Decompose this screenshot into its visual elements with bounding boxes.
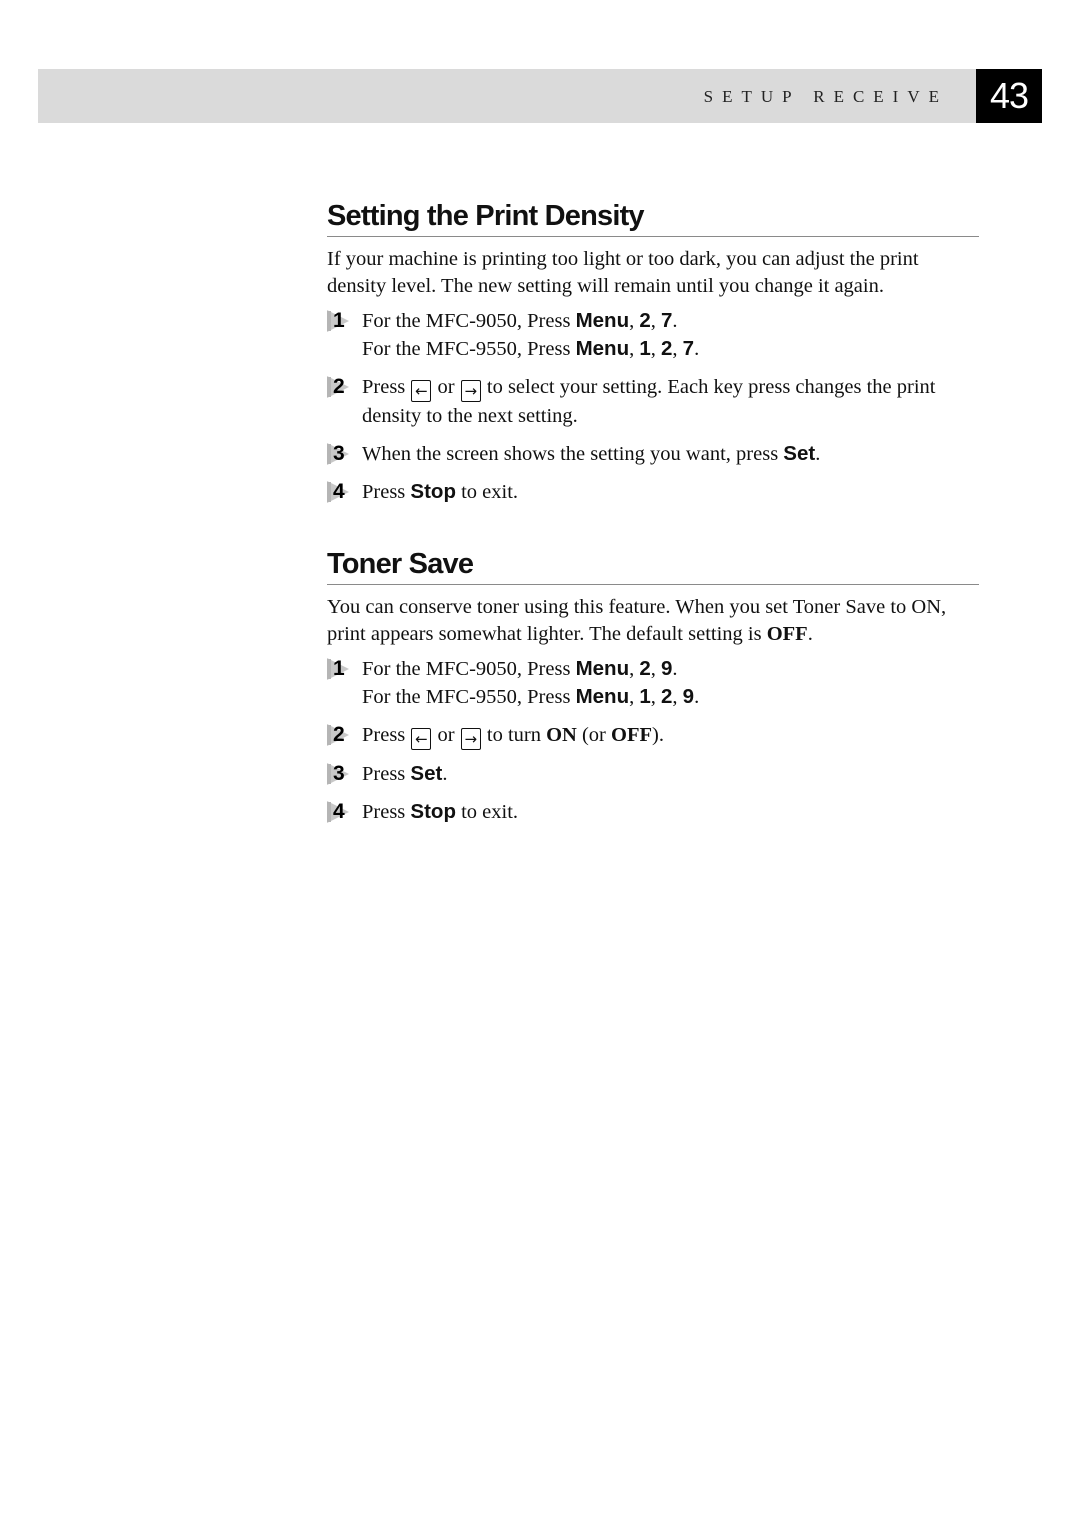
step-marker-icon: 1: [327, 309, 357, 332]
section-intro: You can conserve toner using this featur…: [327, 596, 947, 645]
right-arrow-key-icon: →: [460, 728, 481, 750]
step: 2 Press ← or → to select your setting. E…: [327, 373, 979, 430]
key-label: Set: [410, 762, 443, 785]
section-title: Toner Save: [327, 546, 979, 585]
step-line: For the MFC-9550, Press Menu, 1, 2, 9.: [362, 685, 700, 708]
step-marker-icon: 1: [327, 657, 357, 680]
step-list: 1 For the MFC-9050, Press Menu, 2, 7. Fo…: [327, 307, 979, 506]
section-title: Setting the Print Density: [327, 198, 979, 237]
step: 2 Press ← or → to turn ON (or OFF).: [327, 721, 979, 750]
key-label: Menu: [575, 657, 630, 680]
right-arrow-key-icon: →: [460, 380, 481, 402]
key-label: Menu: [575, 337, 630, 360]
step: 3 When the screen shows the setting you …: [327, 440, 979, 468]
left-arrow-key-icon: ←: [411, 380, 432, 402]
step-list: 1 For the MFC-9050, Press Menu, 2, 9. Fo…: [327, 655, 979, 826]
step-marker-icon: 2: [327, 723, 357, 746]
section-label: SETUP RECEIVE: [703, 87, 948, 106]
step: 4 Press Stop to exit.: [327, 798, 979, 826]
step: 1 For the MFC-9050, Press Menu, 2, 9. Fo…: [327, 655, 979, 711]
step: 4 Press Stop to exit.: [327, 478, 979, 506]
step: 1 For the MFC-9050, Press Menu, 2, 7. Fo…: [327, 307, 979, 363]
step-marker-icon: 3: [327, 762, 357, 785]
key-label: Stop: [410, 800, 456, 823]
print-density-section: Setting the Print Density If your machin…: [327, 198, 979, 516]
section-intro: If your machine is printing too light or…: [327, 248, 919, 297]
key-label: Stop: [410, 480, 456, 503]
toner-save-section: Toner Save You can conserve toner using …: [327, 546, 979, 836]
key-label: Menu: [575, 685, 630, 708]
running-header: SETUP RECEIVE: [38, 69, 976, 123]
page-number: 43: [976, 69, 1042, 123]
step-marker-icon: 4: [327, 800, 357, 823]
step-marker-icon: 2: [327, 375, 357, 398]
step-line: For the MFC-9050, Press Menu, 2, 7.: [362, 309, 678, 332]
step-line: For the MFC-9050, Press Menu, 2, 9.: [362, 657, 678, 680]
step: 3 Press Set.: [327, 760, 979, 788]
step-marker-icon: 4: [327, 480, 357, 503]
step-line: For the MFC-9550, Press Menu, 1, 2, 7.: [362, 337, 700, 360]
step-marker-icon: 3: [327, 442, 357, 465]
key-label: Set: [783, 442, 816, 465]
left-arrow-key-icon: ←: [411, 728, 432, 750]
key-label: Menu: [575, 309, 630, 332]
